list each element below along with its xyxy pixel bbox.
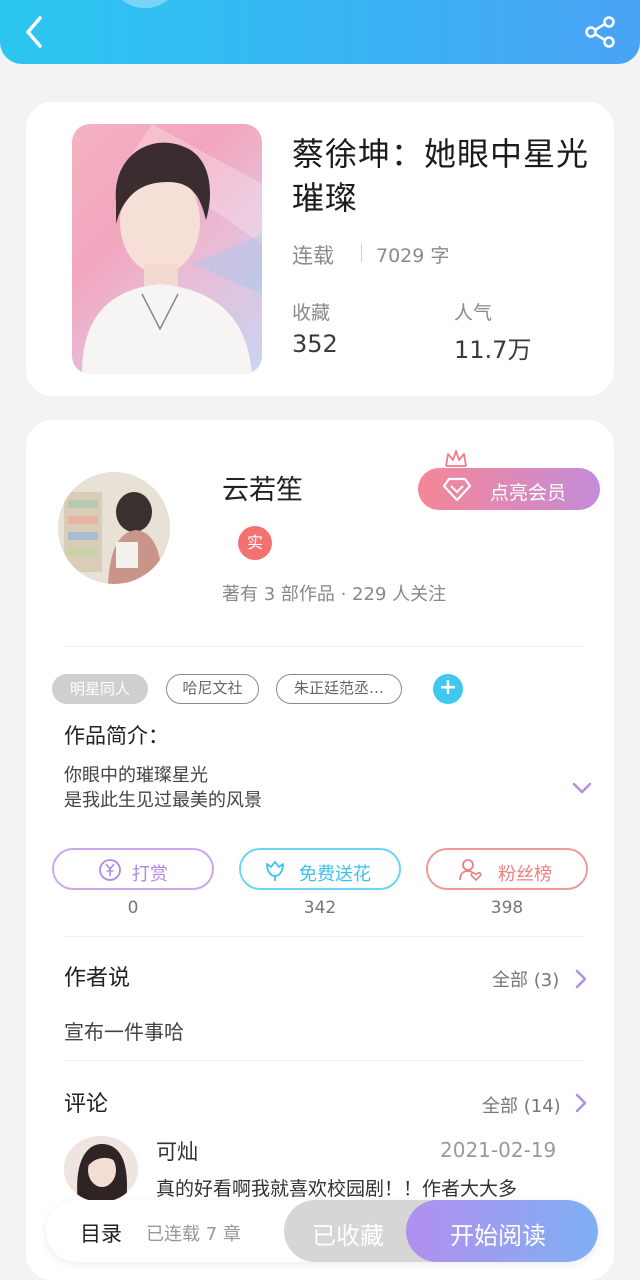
fans-ranking-button[interactable]: 粉丝榜: [426, 848, 588, 890]
comment-text[interactable]: 真的好看啊我就喜欢校园剧！！作者大大多: [156, 1174, 517, 1201]
intro-heading: 作品简介：: [64, 724, 169, 748]
author-says-heading: 作者说: [64, 966, 131, 991]
back-button[interactable]: [18, 14, 54, 50]
collected-label: 已收藏: [312, 1222, 384, 1250]
chevron-down-icon[interactable]: [570, 778, 594, 798]
author-avatar[interactable]: [58, 472, 170, 584]
tag-item[interactable]: 朱正廷范丞…: [276, 674, 402, 704]
top-bar: [0, 0, 640, 64]
popularity-label: 人气: [454, 302, 493, 324]
start-reading-label: 开始阅读: [450, 1222, 546, 1250]
chevron-right-icon[interactable]: [574, 1092, 588, 1114]
add-tag-button[interactable]: +: [433, 674, 463, 704]
intro-line-1: 你眼中的璀璨星光: [64, 765, 208, 786]
header-decoration: [110, 0, 180, 8]
plus-icon: +: [438, 675, 458, 700]
fans-ranking-label: 粉丝榜: [498, 864, 552, 885]
vip-member-button[interactable]: 点亮会员: [418, 468, 600, 510]
intro-text-line-2: 是我此生见过最美的风景: [64, 790, 262, 811]
author-name[interactable]: 云若笙: [222, 468, 303, 507]
author-meta: 著有 3 部作品 · 229 人关注: [222, 584, 447, 605]
share-button[interactable]: [582, 14, 618, 50]
comments-all-link[interactable]: 全部 (14): [482, 1092, 561, 1118]
book-title: 蔡徐坤：她眼中星光璀璨: [292, 135, 590, 217]
book-info-card: 蔡徐坤：她眼中星光璀璨 连载 7029 字 收藏 352 人气 11.7万: [26, 102, 614, 396]
user-heart-icon: [459, 859, 482, 882]
chevron-left-icon: [26, 16, 42, 48]
flower-icon: [266, 861, 284, 881]
divider: [64, 646, 584, 647]
vip-member-label: 点亮会员: [490, 482, 567, 504]
commenter-avatar[interactable]: [64, 1136, 138, 1202]
flower-count: 342: [303, 898, 337, 918]
share-icon: [585, 16, 615, 48]
favorites-count: 352: [292, 330, 338, 358]
bottom-action-bar: 目录 已连载 7 章 已收藏 开始阅读: [46, 1200, 598, 1262]
send-flower-label: 免费送花: [299, 864, 371, 885]
send-flower-button[interactable]: 免费送花: [239, 848, 401, 890]
chevron-right-icon[interactable]: [574, 968, 588, 990]
author-avatar-illustration: [58, 472, 170, 584]
tag-item[interactable]: 明星同人: [52, 674, 148, 704]
popularity-count: 11.7万: [454, 336, 532, 364]
intro-text: 你眼中的璀璨星光: [64, 763, 208, 788]
yen-coin-icon: [99, 859, 121, 881]
book-cover-image[interactable]: [72, 124, 262, 374]
tip-label: 打赏: [132, 864, 168, 885]
diamond-icon: [442, 477, 472, 502]
chapter-count: 已连载 7 章: [146, 1224, 241, 1245]
tag-item[interactable]: 哈尼文社: [166, 674, 259, 704]
divider: [64, 1060, 584, 1061]
crown-icon: [445, 450, 467, 467]
commenter-avatar-illustration: [64, 1136, 138, 1202]
start-reading-button[interactable]: 开始阅读: [406, 1200, 598, 1262]
fans-count: 398: [490, 898, 524, 918]
favorites-label: 收藏: [292, 302, 331, 324]
comment-date: 2021-02-19: [440, 1138, 557, 1162]
author-says-content[interactable]: 宣布一件事哈: [64, 1016, 184, 1045]
status-divider: [361, 244, 362, 262]
commenter-name[interactable]: 可灿: [156, 1136, 198, 1166]
tip-button[interactable]: 打赏: [52, 848, 214, 890]
serial-status: 连载: [292, 244, 334, 268]
author-says-all-link[interactable]: 全部 (3): [492, 966, 559, 992]
tip-count: 0: [127, 898, 139, 918]
cover-illustration: [82, 124, 262, 374]
detail-card: 云若笙 点亮会员 实 著有 3 部作品 · 229 人关注 明星同人 哈尼文社 …: [26, 420, 614, 1280]
comments-heading: 评论: [64, 1092, 109, 1117]
table-of-contents-button[interactable]: 目录: [80, 1218, 122, 1248]
divider: [64, 936, 584, 937]
word-count: 7029 字: [376, 245, 450, 267]
verified-badge: 实: [238, 526, 272, 560]
